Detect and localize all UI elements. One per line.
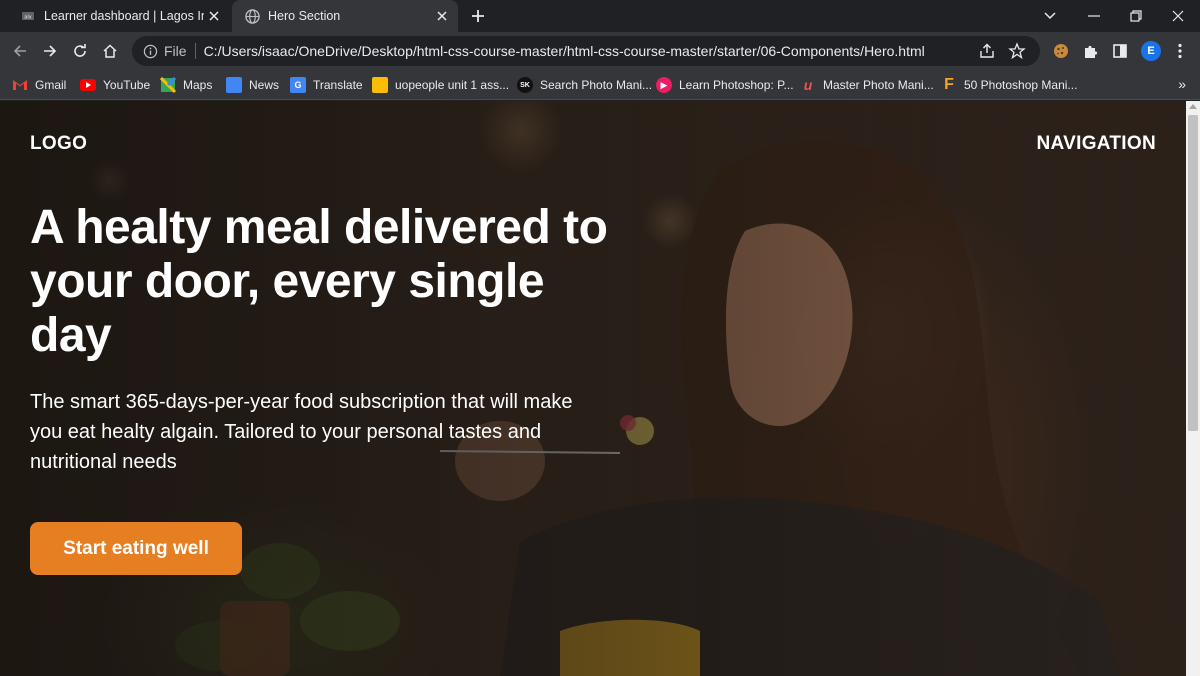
bookmark-label: Search Photo Mani...	[540, 78, 653, 92]
maps-icon	[160, 77, 176, 93]
bookmarks-bar: Gmail YouTube Maps News G Translate uope…	[0, 70, 1200, 100]
udemy-icon: u	[803, 77, 813, 93]
site-favicon-icon: alx	[20, 8, 36, 24]
globe-icon	[244, 8, 260, 24]
reload-button[interactable]	[66, 37, 94, 65]
news-icon	[226, 77, 242, 93]
side-panel-icon[interactable]	[1110, 41, 1130, 61]
arrow-right-icon	[44, 45, 57, 57]
hero-description: The smart 365-days-per-year food subscri…	[30, 391, 573, 473]
restore-icon	[1130, 10, 1142, 22]
bookmark-maps[interactable]: Maps	[160, 76, 212, 94]
menu-kebab-icon[interactable]	[1170, 41, 1190, 61]
scrollbar[interactable]	[1186, 101, 1200, 676]
bookmark-label: Gmail	[35, 78, 67, 92]
minimize-button[interactable]	[1072, 0, 1116, 32]
f-icon: F	[944, 76, 954, 93]
extensions-puzzle-icon[interactable]	[1081, 41, 1101, 61]
bookmark-master-photo[interactable]: u Master Photo Mani...	[800, 76, 934, 94]
scrollbar-thumb[interactable]	[1188, 115, 1198, 431]
hero-section: LOGO NAVIGATION A healty meal delivered …	[0, 101, 1186, 676]
bookmark-50-photoshop[interactable]: F 50 Photoshop Mani...	[941, 76, 1077, 94]
plus-icon	[472, 10, 484, 22]
chevron-down-icon	[1044, 12, 1056, 20]
arrow-left-icon	[13, 45, 26, 57]
gmail-icon	[12, 77, 28, 93]
bookmark-label: Master Photo Mani...	[823, 78, 934, 92]
reload-icon	[74, 44, 86, 57]
close-window-button[interactable]	[1156, 0, 1200, 32]
hero-headline: A healty meal delivered to your door, ev…	[30, 201, 608, 362]
start-eating-well-button[interactable]: Start eating well	[30, 522, 242, 575]
back-button[interactable]	[6, 37, 34, 65]
bookmark-translate[interactable]: G Translate	[290, 76, 363, 94]
close-icon	[1172, 10, 1184, 22]
tab-search-button[interactable]	[1028, 0, 1072, 32]
address-bar[interactable]: File C:/Users/isaac/OneDrive/Desktop/htm…	[132, 36, 1040, 66]
photoshop-icon: ▶	[656, 77, 672, 93]
bookmark-label: News	[249, 78, 280, 92]
bookmark-youtube[interactable]: YouTube	[80, 76, 150, 94]
new-tab-button[interactable]	[466, 4, 490, 28]
forward-button[interactable]	[36, 37, 64, 65]
bookmark-label: Learn Photoshop: P...	[679, 78, 794, 92]
bookmark-label: Translate	[313, 78, 363, 92]
minimize-icon	[1088, 15, 1100, 17]
svg-text:alx: alx	[24, 15, 31, 21]
browser-toolbar: File C:/Users/isaac/OneDrive/Desktop/htm…	[0, 32, 1200, 70]
translate-icon: G	[290, 77, 306, 93]
info-icon[interactable]	[142, 43, 158, 59]
restore-button[interactable]	[1114, 0, 1158, 32]
bookmark-gmail[interactable]: Gmail	[12, 76, 66, 94]
share-icon[interactable]	[978, 42, 996, 60]
youtube-icon	[80, 77, 96, 93]
bookmarks-overflow-button[interactable]: »	[1178, 76, 1186, 92]
sk-icon: SK	[517, 77, 533, 93]
profile-avatar[interactable]: E	[1141, 41, 1161, 61]
home-icon	[103, 44, 117, 58]
bookmark-search-photo[interactable]: SK Search Photo Mani...	[517, 76, 652, 94]
navigation[interactable]: NAVIGATION	[1037, 133, 1156, 155]
logo[interactable]: LOGO	[30, 133, 87, 155]
url-text[interactable]: C:/Users/isaac/OneDrive/Desktop/html-css…	[204, 43, 925, 59]
docs-icon	[372, 77, 388, 93]
bookmark-label: Maps	[183, 78, 213, 92]
divider	[194, 43, 196, 59]
cookie-extension-icon[interactable]	[1051, 41, 1071, 61]
tab-title: Hero Section	[268, 9, 341, 23]
bookmark-uopeople[interactable]: uopeople unit 1 ass...	[372, 76, 509, 94]
tab-learner-dashboard[interactable]: alx Learner dashboard | Lagos Intran	[8, 0, 230, 32]
bookmark-label: 50 Photoshop Mani...	[964, 78, 1078, 92]
tab-strip: alx Learner dashboard | Lagos Intran Her…	[0, 0, 1200, 32]
scroll-up-arrow-icon[interactable]	[1189, 104, 1197, 109]
tab-hero-section[interactable]: Hero Section	[232, 0, 458, 32]
close-icon[interactable]	[432, 6, 452, 26]
bookmark-label: uopeople unit 1 ass...	[395, 78, 510, 92]
url-scheme-label: File	[164, 43, 187, 59]
close-icon[interactable]	[204, 6, 224, 26]
bookmark-news[interactable]: News	[226, 76, 279, 94]
bookmark-star-icon[interactable]	[1008, 42, 1026, 60]
home-button[interactable]	[96, 37, 124, 65]
bookmark-label: YouTube	[103, 78, 151, 92]
tab-title: Learner dashboard | Lagos Intran	[44, 9, 204, 23]
bookmark-learn-photoshop[interactable]: ▶ Learn Photoshop: P...	[656, 76, 794, 94]
